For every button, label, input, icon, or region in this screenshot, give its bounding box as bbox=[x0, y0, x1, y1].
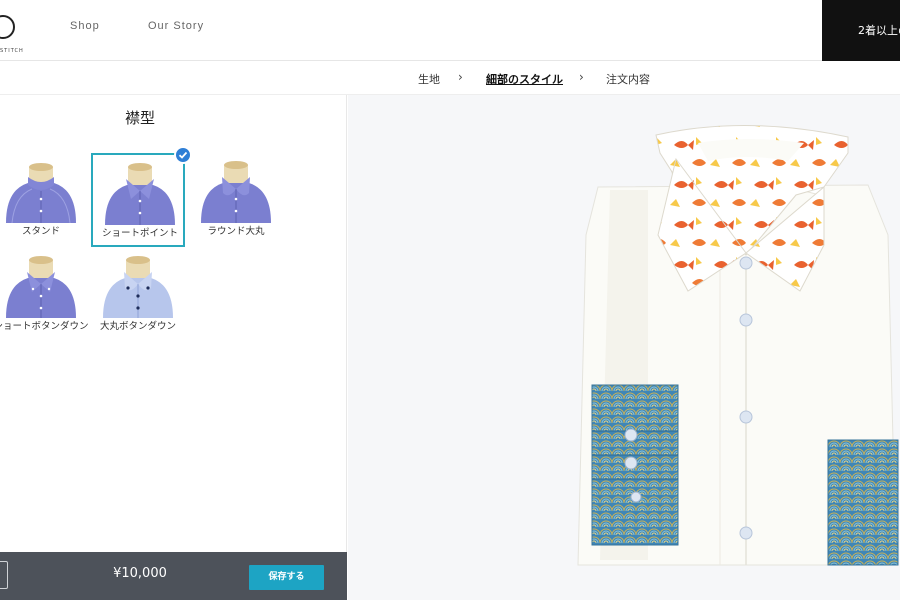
collar-option-short-point[interactable]: ショートポイント bbox=[91, 146, 192, 247]
step-detail-style[interactable]: 細部のスタイル bbox=[486, 71, 563, 87]
save-button[interactable]: 保存する bbox=[249, 565, 324, 590]
logo-mark-icon bbox=[0, 15, 15, 39]
collar-option-label: ラウンド大丸 bbox=[207, 226, 265, 237]
top-navigation-bar: STITCH Shop Our Story 2着以上の bbox=[0, 0, 900, 61]
step-order-details[interactable]: 注文内容 bbox=[606, 71, 650, 87]
nav-link-our-story[interactable]: Our Story bbox=[148, 20, 204, 32]
collar-option-round-large[interactable]: ラウンド大丸 bbox=[189, 153, 283, 247]
collar-option-label: 大丸ボタンダウン bbox=[99, 321, 176, 332]
shirt-preview-area bbox=[348, 95, 900, 600]
stand-collar-icon bbox=[6, 163, 76, 223]
collar-option-large-round-button-down[interactable]: 大丸ボタンダウン bbox=[91, 248, 185, 342]
section-title-collar: 襟型 bbox=[124, 109, 155, 127]
collar-option-short-button-down[interactable]: ショートボタンダウン bbox=[0, 248, 89, 342]
back-button[interactable] bbox=[0, 561, 8, 589]
brand-logo[interactable]: STITCH bbox=[0, 12, 30, 54]
chevron-right-icon: › bbox=[458, 70, 463, 84]
logo-subtext: STITCH bbox=[0, 48, 24, 54]
price-display: ¥10,000 bbox=[113, 566, 167, 581]
collar-option-stand[interactable]: スタンド bbox=[0, 153, 88, 247]
chevron-right-icon: › bbox=[579, 70, 584, 84]
short-button-down-collar-icon bbox=[6, 256, 76, 318]
large-round-button-down-collar-icon bbox=[103, 256, 173, 318]
step-navigation: 生地 › 細部のスタイル › 注文内容 bbox=[0, 62, 900, 95]
nav-link-shop[interactable]: Shop bbox=[70, 20, 100, 32]
bottom-action-bar: ¥10,000 保存する bbox=[0, 552, 347, 600]
promo-banner[interactable]: 2着以上の bbox=[822, 0, 900, 61]
step-fabric[interactable]: 生地 bbox=[418, 71, 440, 87]
short-point-collar-icon bbox=[105, 163, 175, 225]
round-large-collar-icon bbox=[201, 161, 271, 223]
shirt-preview-image bbox=[577, 125, 899, 566]
style-options-panel: 襟型 スタンド ショートポイント ラウンド大丸 ショートボタンダウン 大丸ボタン… bbox=[0, 95, 347, 600]
